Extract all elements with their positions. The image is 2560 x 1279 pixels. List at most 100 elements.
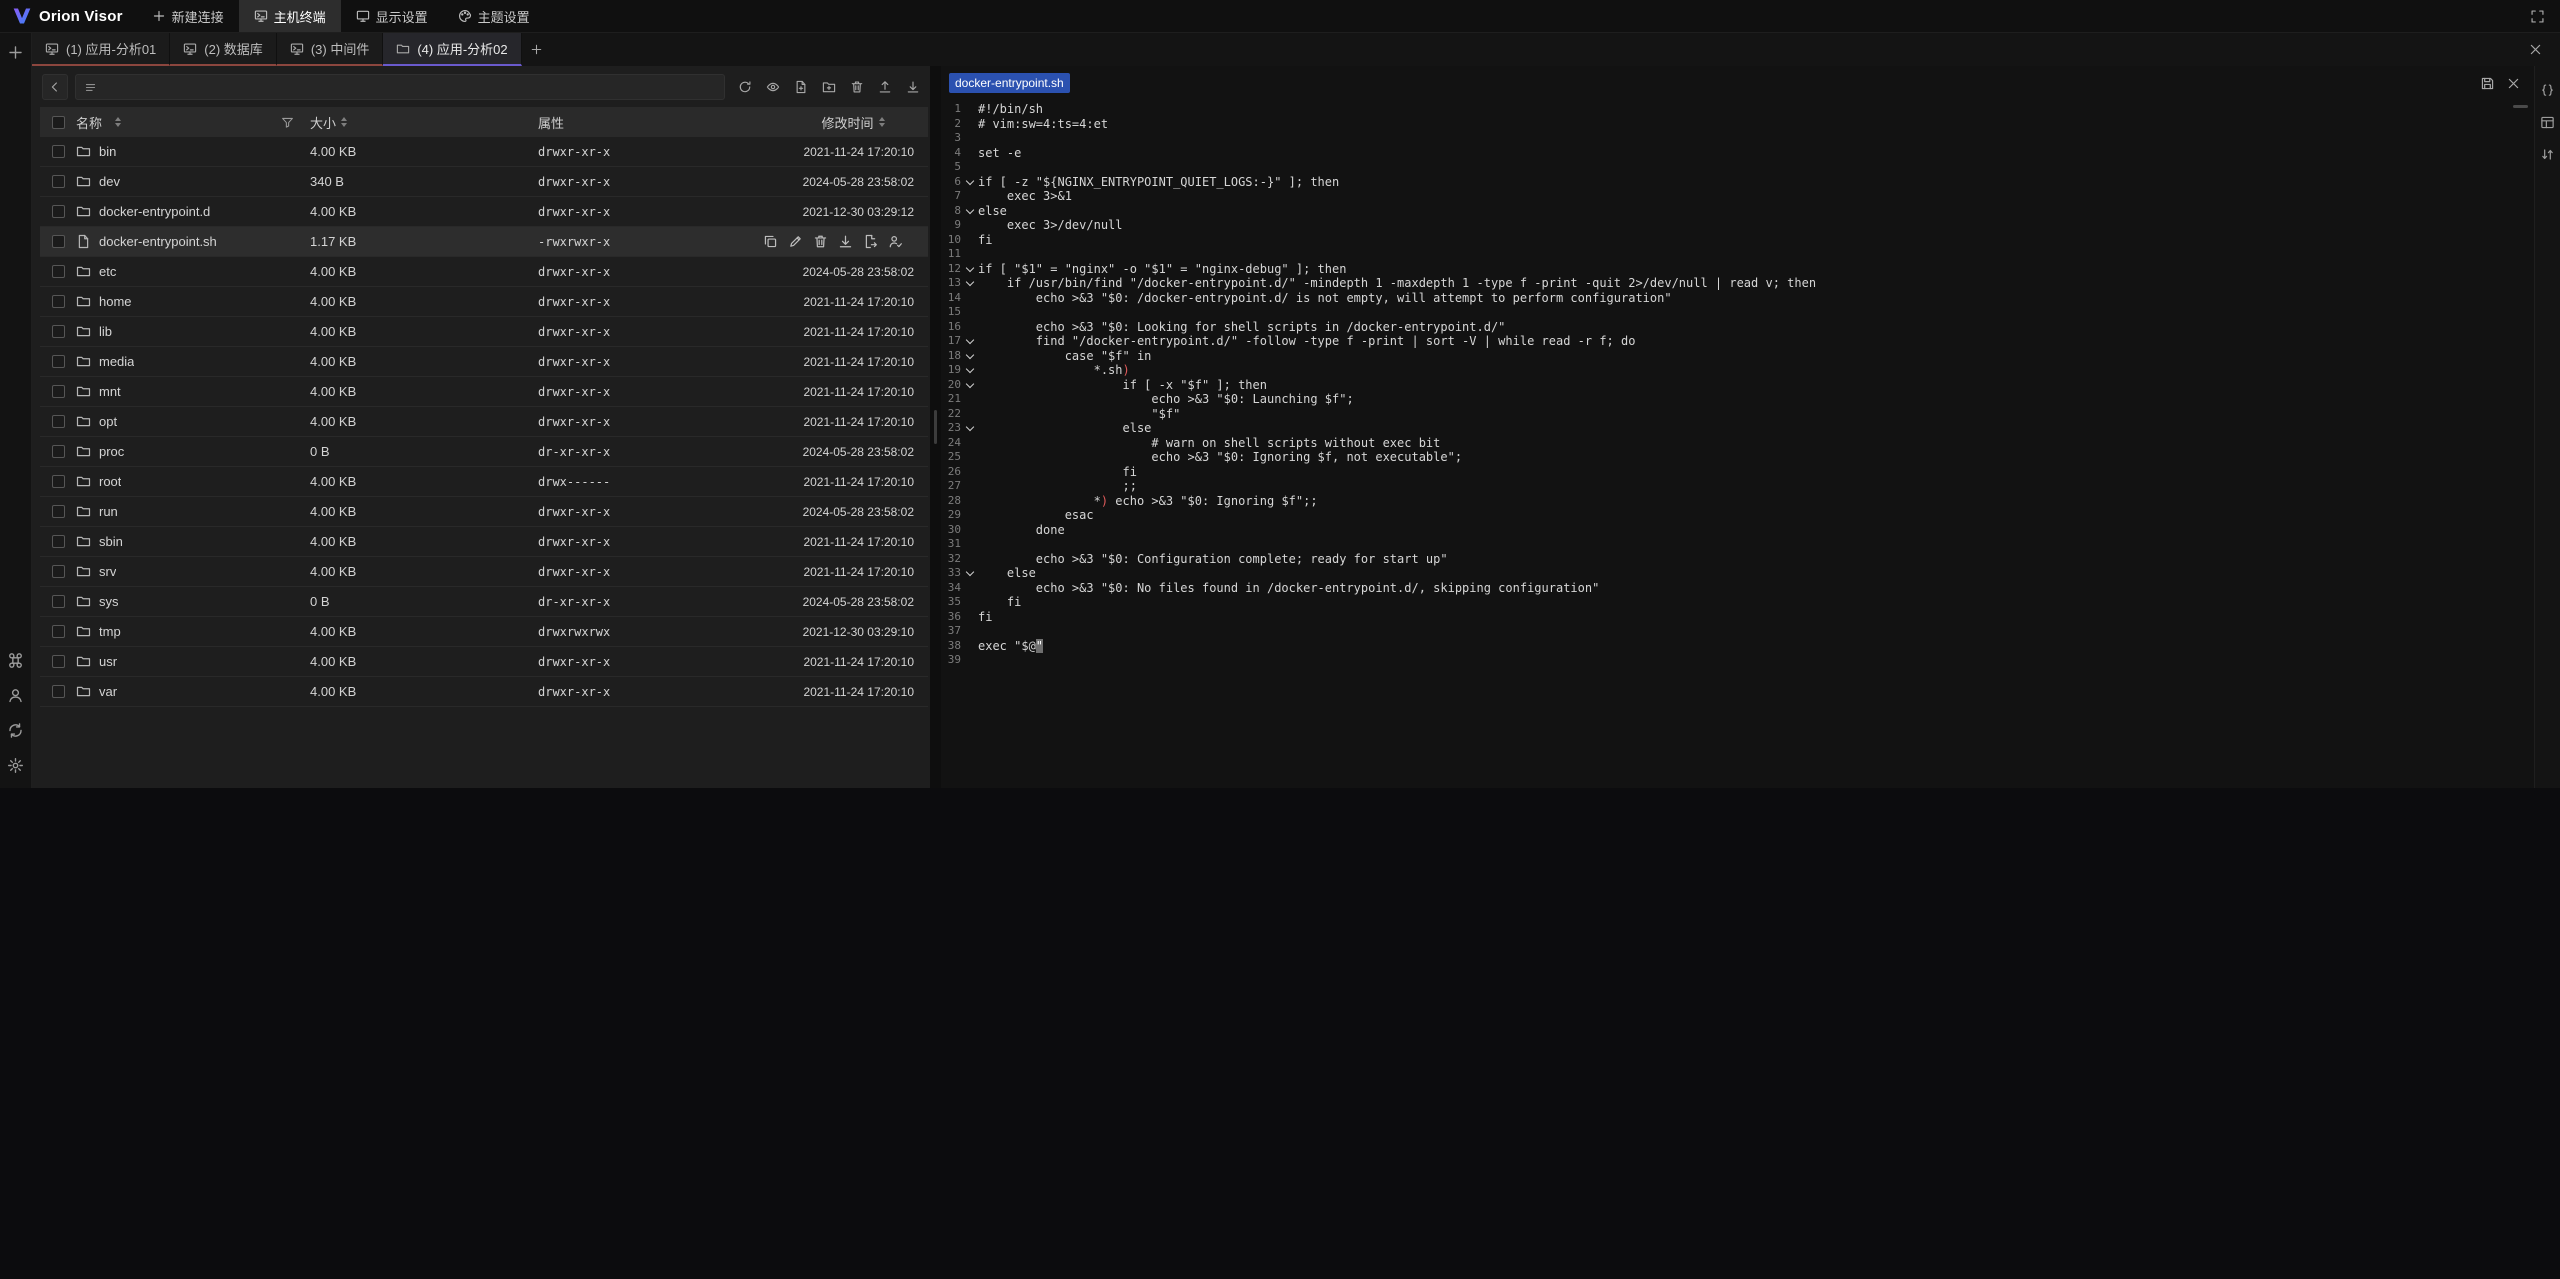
copy-path-button[interactable]: [763, 234, 779, 250]
fold-toggle-icon[interactable]: [963, 276, 978, 291]
file-row-docker-entrypoint.d[interactable]: docker-entrypoint.d4.00 KBdrwxr-xr-x2021…: [40, 197, 928, 227]
row-checkbox[interactable]: [52, 265, 65, 278]
row-checkbox[interactable]: [52, 175, 65, 188]
fold-toggle-icon[interactable]: [963, 363, 978, 378]
file-row-usr[interactable]: usr4.00 KBdrwxr-xr-x2021-11-24 17:20:10: [40, 647, 928, 677]
fold-toggle-icon[interactable]: [963, 204, 978, 219]
path-input[interactable]: [75, 74, 725, 100]
permission-button[interactable]: [888, 234, 904, 250]
row-checkbox[interactable]: [52, 475, 65, 488]
file-name: docker-entrypoint.d: [99, 204, 210, 219]
file-row-media[interactable]: media4.00 KBdrwxr-xr-x2021-11-24 17:20:1…: [40, 347, 928, 377]
menu-item-0[interactable]: 新建连接: [137, 0, 239, 32]
column-header-modified[interactable]: 修改时间: [821, 113, 873, 132]
refresh-button[interactable]: [732, 74, 758, 100]
file-row-tmp[interactable]: tmp4.00 KBdrwxrwxrwx2021-12-30 03:29:10: [40, 617, 928, 647]
fold-toggle-icon[interactable]: [963, 421, 978, 436]
column-header-size[interactable]: 大小: [310, 113, 336, 132]
sort-modified-icon[interactable]: [879, 117, 885, 127]
file-row-sys[interactable]: sys0 Bdr-xr-xr-x2024-05-28 23:58:02: [40, 587, 928, 617]
file-row-run[interactable]: run4.00 KBdrwxr-xr-x2024-05-28 23:58:02: [40, 497, 928, 527]
file-row-sbin[interactable]: sbin4.00 KBdrwxr-xr-x2021-11-24 17:20:10: [40, 527, 928, 557]
row-checkbox[interactable]: [52, 595, 65, 608]
row-checkbox[interactable]: [52, 535, 65, 548]
format-button[interactable]: [2538, 80, 2558, 100]
new-file-button[interactable]: [788, 74, 814, 100]
user-button[interactable]: [6, 685, 26, 705]
settings-button[interactable]: [6, 755, 26, 775]
menu-item-2[interactable]: 显示设置: [341, 0, 443, 32]
row-checkbox[interactable]: [52, 205, 65, 218]
row-checkbox[interactable]: [52, 355, 65, 368]
select-all-checkbox[interactable]: [52, 116, 65, 129]
file-row-docker-entrypoint.sh[interactable]: docker-entrypoint.sh1.17 KB-rwxrwxr-x: [40, 227, 928, 257]
file-row-etc[interactable]: etc4.00 KBdrwxr-xr-x2024-05-28 23:58:02: [40, 257, 928, 287]
row-checkbox[interactable]: [52, 295, 65, 308]
menu-item-1[interactable]: 主机终端: [239, 0, 341, 32]
row-checkbox[interactable]: [52, 415, 65, 428]
row-checkbox[interactable]: [52, 385, 65, 398]
resizer-handle[interactable]: [934, 410, 937, 444]
row-checkbox[interactable]: [52, 235, 65, 248]
row-checkbox[interactable]: [52, 625, 65, 638]
fold-toggle-icon[interactable]: [963, 349, 978, 364]
download-file-button[interactable]: [838, 234, 854, 250]
row-checkbox[interactable]: [52, 145, 65, 158]
file-row-dev[interactable]: dev340 Bdrwxr-xr-x2024-05-28 23:58:02: [40, 167, 928, 197]
save-button[interactable]: [2474, 70, 2500, 96]
row-checkbox[interactable]: [52, 685, 65, 698]
fold-toggle-icon[interactable]: [963, 378, 978, 393]
fold-toggle-icon[interactable]: [963, 334, 978, 349]
file-row-bin[interactable]: bin4.00 KBdrwxr-xr-x2021-11-24 17:20:10: [40, 137, 928, 167]
file-row-lib[interactable]: lib4.00 KBdrwxr-xr-x2021-11-24 17:20:10: [40, 317, 928, 347]
fullscreen-button[interactable]: [2520, 0, 2554, 32]
file-row-mnt[interactable]: mnt4.00 KBdrwxr-xr-x2021-11-24 17:20:10: [40, 377, 928, 407]
panel-resizer[interactable]: [930, 66, 941, 788]
upload-button[interactable]: [872, 74, 898, 100]
column-header-name[interactable]: 名称: [76, 113, 102, 132]
delete-file-button[interactable]: [813, 234, 829, 250]
menu-item-3[interactable]: 主题设置: [443, 0, 545, 32]
terminal-tab-3[interactable]: (3) 中间件: [277, 33, 384, 66]
filter-icon[interactable]: [281, 116, 294, 129]
row-actions: [763, 234, 914, 250]
file-row-var[interactable]: var4.00 KBdrwxr-xr-x2021-11-24 17:20:10: [40, 677, 928, 707]
code-area[interactable]: 1#!/bin/sh2# vim:sw=4:ts=4:et34set -e56i…: [941, 100, 2534, 788]
file-row-root[interactable]: root4.00 KBdrwx------2021-11-24 17:20:10: [40, 467, 928, 497]
fold-toggle-icon[interactable]: [963, 566, 978, 581]
add-tab-button[interactable]: [522, 33, 552, 66]
delete-button[interactable]: [844, 74, 870, 100]
sync-button[interactable]: [6, 720, 26, 740]
row-checkbox[interactable]: [52, 655, 65, 668]
row-checkbox[interactable]: [52, 325, 65, 338]
row-checkbox[interactable]: [52, 505, 65, 518]
row-checkbox[interactable]: [52, 445, 65, 458]
file-row-home[interactable]: home4.00 KBdrwxr-xr-x2021-11-24 17:20:10: [40, 287, 928, 317]
sort-name-icon[interactable]: [115, 117, 121, 127]
close-panel-button[interactable]: [2518, 33, 2552, 66]
swap-panel-button[interactable]: [2538, 144, 2558, 164]
shortcut-keys-button[interactable]: [6, 650, 26, 670]
file-row-opt[interactable]: opt4.00 KBdrwxr-xr-x2021-11-24 17:20:10: [40, 407, 928, 437]
terminal-tab-4[interactable]: (4) 应用-分析02: [383, 33, 521, 66]
file-row-proc[interactable]: proc0 Bdr-xr-xr-x2024-05-28 23:58:02: [40, 437, 928, 467]
file-row-srv[interactable]: srv4.00 KBdrwxr-xr-x2021-11-24 17:20:10: [40, 557, 928, 587]
sort-size-icon[interactable]: [341, 117, 347, 127]
terminal-tab-1[interactable]: (1) 应用-分析01: [32, 33, 170, 66]
brand[interactable]: Orion Visor: [0, 0, 137, 32]
row-checkbox[interactable]: [52, 565, 65, 578]
edit-button[interactable]: [788, 234, 804, 250]
back-button[interactable]: [42, 74, 68, 100]
fold-toggle-icon[interactable]: [963, 262, 978, 277]
layout-button[interactable]: [2538, 112, 2558, 132]
terminal-tab-2[interactable]: (2) 数据库: [170, 33, 277, 66]
new-folder-button[interactable]: [816, 74, 842, 100]
terminal-icon: [290, 42, 304, 56]
editor-close-button[interactable]: [2500, 70, 2526, 96]
move-file-button[interactable]: [863, 234, 879, 250]
editor-scrollbar-thumb[interactable]: [2513, 105, 2528, 108]
download-button[interactable]: [900, 74, 926, 100]
show-hidden-button[interactable]: [760, 74, 786, 100]
new-tab-button[interactable]: [6, 42, 26, 62]
fold-toggle-icon[interactable]: [963, 175, 978, 190]
